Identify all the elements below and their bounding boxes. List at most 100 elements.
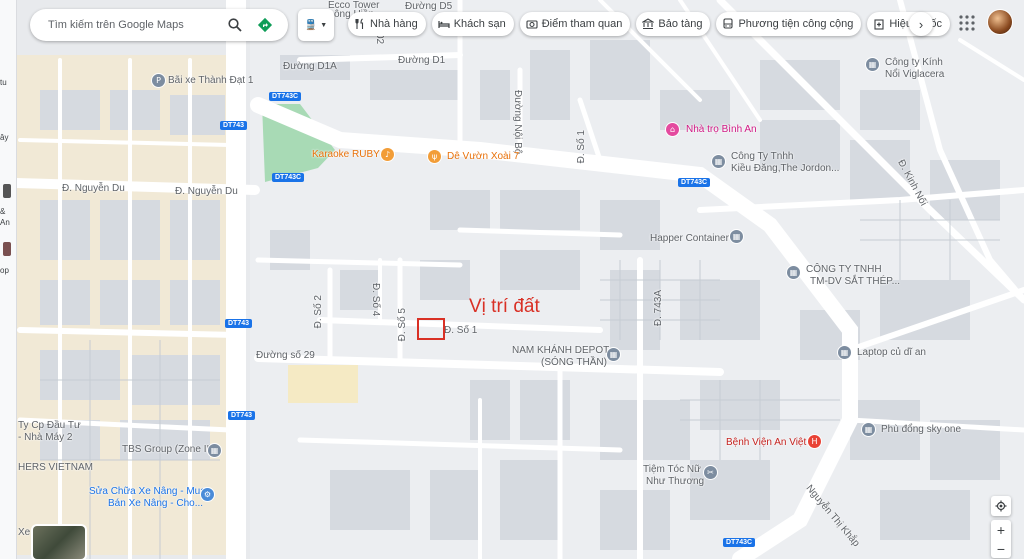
restaurant-pin-icon[interactable]: ψ	[428, 150, 441, 163]
hotel-pin-icon[interactable]: ⌂	[666, 123, 679, 136]
place-label[interactable]: Công ty Kính	[885, 57, 943, 68]
side-panel-text: An	[0, 218, 10, 227]
company-pin-icon[interactable]: ▦	[862, 423, 875, 436]
hospital-pin-icon[interactable]: H	[808, 435, 821, 448]
street-label: Đ. Số 5	[397, 308, 408, 342]
street-label: Đường Nội Bộ	[512, 90, 523, 155]
search-icon	[228, 18, 242, 32]
place-label[interactable]: Nhà trọ Bình An	[686, 124, 757, 135]
company-pin-icon[interactable]: ▦	[208, 444, 221, 457]
chip-label: Khách sạn	[453, 18, 506, 30]
place-label[interactable]: Kiều Đăng,The Jordon...	[731, 163, 839, 174]
zoom-out-button[interactable]: −	[997, 542, 1005, 556]
street-label: Đ. Số 4	[370, 283, 381, 317]
chip-attractions[interactable]: Điểm tham quan	[519, 12, 631, 36]
apps-grid-icon[interactable]	[958, 14, 976, 32]
avatar[interactable]	[988, 10, 1012, 34]
side-panel-text: &	[0, 207, 6, 216]
company-pin-icon[interactable]: ▦	[607, 348, 620, 361]
side-panel-thumb[interactable]	[3, 242, 11, 256]
chip-label: Nhà hàng	[370, 18, 418, 30]
street-label: Đường D5	[405, 1, 453, 12]
chevron-down-icon: ▼	[320, 21, 328, 29]
place-label[interactable]: Công Ty Tnhh	[731, 151, 793, 162]
place-label[interactable]: Bán Xe Nâng - Cho...	[108, 498, 203, 509]
side-panel-text: ây	[0, 133, 9, 142]
place-label[interactable]: (SÓNG THẦN)	[541, 357, 607, 368]
karaoke-pin-icon[interactable]: ♪	[381, 148, 394, 161]
side-panel-thumb[interactable]	[3, 184, 11, 198]
place-label[interactable]: Dê Vườn Xoài 7	[447, 151, 519, 162]
bed-icon	[438, 21, 450, 28]
chips-scroll-right-button[interactable]: ›	[909, 12, 933, 36]
travel-mode-button[interactable]: 🚆 ▼	[298, 9, 334, 41]
chevron-right-icon: ›	[918, 16, 924, 32]
layers-toggle-button[interactable]	[33, 526, 85, 559]
place-label[interactable]: Happer Container	[650, 233, 729, 244]
directions-icon	[257, 17, 273, 33]
road-shield: DT743C	[723, 538, 756, 547]
company-pin-icon[interactable]: ▦	[712, 155, 725, 168]
street-label: Đ. Số 1	[576, 130, 587, 164]
land-location-marker	[417, 318, 445, 340]
bus-icon	[723, 18, 734, 29]
street-label: Đ. Nguyễn Du	[62, 183, 125, 194]
chip-hotels[interactable]: Khách sạn	[431, 12, 514, 36]
zoom-in-button[interactable]: +	[997, 523, 1005, 537]
chip-label: Điểm tham quan	[541, 18, 623, 30]
parking-pin-icon[interactable]: P	[152, 74, 165, 87]
chip-label: Bảo tàng	[658, 18, 703, 30]
service-pin-icon[interactable]: ⚙	[201, 488, 214, 501]
museum-icon	[642, 18, 655, 30]
place-label[interactable]: Ty Cp Đầu Tư	[18, 420, 81, 431]
place-label[interactable]: Xe	[18, 527, 30, 538]
search-button[interactable]	[220, 10, 250, 40]
street-label: Đ. Nguyễn Du	[175, 186, 238, 197]
chip-label: Phương tiện công cộng	[738, 18, 854, 30]
side-panel-text: op	[0, 266, 9, 275]
place-label[interactable]: TM-DV SẮT THÉP...	[810, 276, 900, 287]
road-shield: DT743	[228, 411, 256, 420]
place-label[interactable]: Bệnh Viện An Việt	[726, 437, 806, 448]
shop-pin-icon[interactable]: ▦	[838, 346, 851, 359]
place-label[interactable]: Bãi xe Thành Đạt 1	[168, 75, 253, 86]
search-input[interactable]	[46, 18, 220, 32]
pharmacy-icon	[874, 19, 884, 30]
side-panel-collapsed[interactable]: tu ây & An op	[0, 0, 17, 559]
company-pin-icon[interactable]: ▦	[866, 58, 879, 71]
place-label[interactable]: Như Thương	[646, 476, 704, 487]
place-label[interactable]: Laptop củ dĩ an	[857, 347, 926, 358]
zoom-controls: + −	[991, 520, 1011, 558]
road-shield: DT743	[225, 319, 253, 328]
street-label: Đ. Số 2	[313, 295, 324, 329]
place-label[interactable]: Sửa Chữa Xe Nâng - Mua	[89, 486, 206, 497]
company-pin-icon[interactable]: ▦	[730, 230, 743, 243]
crosshair-icon	[995, 500, 1007, 512]
place-label[interactable]: Phù đổng sky one	[881, 424, 961, 435]
place-label[interactable]: HERS VIETNAM	[18, 462, 93, 473]
place-label[interactable]: Nổi Viglacera	[885, 69, 944, 80]
place-label[interactable]: - Nhà Máy 2	[18, 432, 72, 443]
place-label[interactable]: CÔNG TY TNHH	[806, 264, 882, 275]
salon-pin-icon[interactable]: ✂	[704, 466, 717, 479]
street-label: Đ. Số 1	[444, 325, 478, 336]
my-location-button[interactable]	[991, 496, 1011, 516]
fork-knife-icon	[355, 18, 364, 29]
street-label: Đường số 29	[256, 350, 315, 361]
chip-restaurants[interactable]: Nhà hàng	[348, 12, 426, 36]
camera-icon	[526, 20, 538, 29]
transit-icon: 🚆	[304, 19, 318, 31]
category-chips: Nhà hàng Khách sạn Điểm tham quan Bảo tà…	[348, 12, 950, 36]
place-label[interactable]: Tiệm Tóc Nữ	[643, 464, 701, 475]
company-pin-icon[interactable]: ▦	[787, 266, 800, 279]
place-label[interactable]: Karaoke RUBY	[312, 149, 380, 160]
land-location-annotation: Vị trí đất	[469, 296, 540, 317]
chip-museums[interactable]: Bảo tàng	[636, 12, 711, 36]
place-label[interactable]: NAM KHÁNH DEPOT	[512, 345, 609, 356]
directions-button[interactable]	[250, 10, 280, 40]
place-label[interactable]: TBS Group (Zone II)	[122, 444, 213, 455]
search-box	[30, 9, 288, 41]
chip-transit[interactable]: Phương tiện công cộng	[716, 12, 862, 36]
side-panel-text: tu	[0, 78, 7, 87]
street-label: Đ. 743A	[653, 290, 664, 327]
